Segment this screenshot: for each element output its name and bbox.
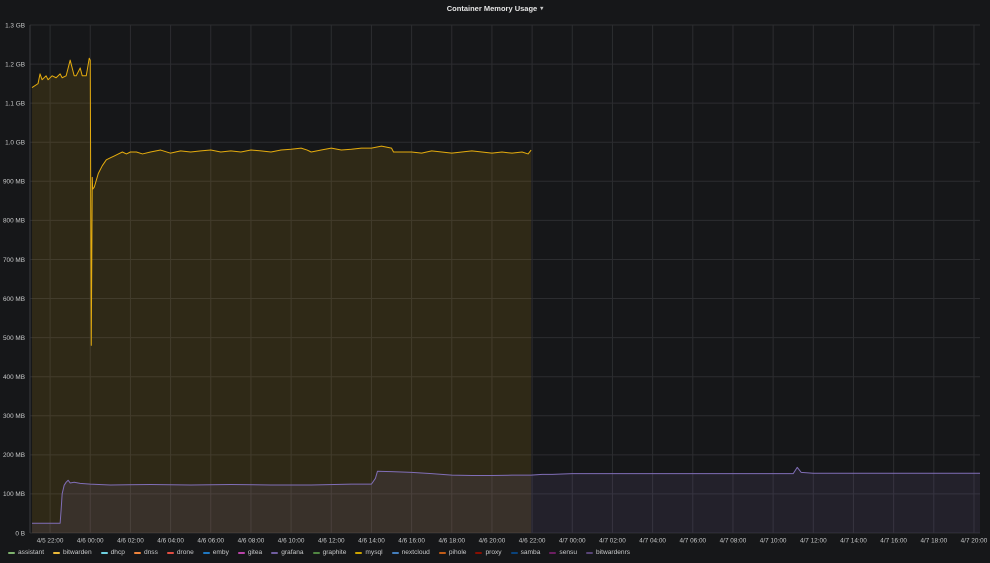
legend: assistant bitwarden dhcp dnss drone emby gitea… (8, 547, 630, 559)
x-tick-label: 4/6 00:00 (77, 538, 104, 545)
legend-swatch (549, 552, 557, 554)
legend-item-dnss[interactable]: dnss (133, 547, 158, 559)
legend-label: proxy (485, 549, 502, 556)
legend-item-graphite[interactable]: graphite (312, 547, 347, 559)
legend-label: samba (520, 549, 541, 556)
legend-label: graphite (322, 549, 347, 556)
y-tick-label: 1.1 GB (5, 100, 25, 107)
legend-label: bitwardenrs (596, 549, 631, 556)
y-tick-label: 500 MB (3, 335, 25, 342)
series-area-mysql (32, 58, 532, 533)
y-tick-label: 600 MB (3, 296, 25, 303)
x-tick-label: 4/7 04:00 (639, 538, 666, 545)
legend-swatch (586, 552, 593, 554)
legend-item-gitea[interactable]: gitea (237, 547, 263, 559)
y-tick-label: 800 MB (3, 218, 25, 225)
legend-label: grafana (281, 549, 304, 556)
x-tick-label: 4/7 10:00 (760, 538, 787, 545)
legend-item-sensu[interactable]: sensu (549, 547, 577, 559)
x-tick-label: 4/6 22:00 (519, 538, 546, 545)
graph-panel: Container Memory Usage ▾ 0 B 100 MB 200 MB 3… (0, 0, 990, 563)
x-tick-label: 4/6 18:00 (438, 538, 465, 545)
legend-swatch (510, 552, 518, 554)
legend-swatch (475, 552, 483, 554)
legend-swatch (271, 552, 279, 554)
x-tick-label: 4/5 22:00 (37, 538, 64, 545)
x-tick-label: 4/7 12:00 (800, 538, 827, 545)
legend-item-bitwardenrs[interactable]: bitwardenrs (586, 547, 630, 559)
x-tick-label: 4/6 12:00 (318, 538, 345, 545)
legend-swatch (100, 552, 108, 554)
legend-item-emby[interactable]: emby (202, 547, 229, 559)
x-tick-label: 4/6 10:00 (278, 538, 305, 545)
y-tick-label: 200 MB (3, 452, 25, 459)
x-tick-label: 4/6 20:00 (479, 538, 506, 545)
legend-swatch (8, 552, 15, 554)
x-tick-label: 4/7 08:00 (720, 538, 747, 545)
legend-label: emby (212, 549, 229, 556)
x-axis: 4/5 22:00 4/6 00:00 4/6 02:00 4/6 04:00 4/6 … (37, 538, 988, 545)
x-tick-label: 4/7 06:00 (679, 538, 706, 545)
x-tick-label: 4/6 06:00 (197, 538, 224, 545)
legend-label: gitea (247, 549, 263, 556)
legend-item-nextcloud[interactable]: nextcloud (391, 547, 430, 559)
x-tick-label: 4/6 14:00 (358, 538, 385, 545)
legend-item-grafana[interactable]: grafana (271, 547, 304, 559)
y-axis: 0 B 100 MB 200 MB 300 MB 400 MB 500 MB 600 MB 7… (3, 22, 25, 537)
legend-label: mysql (365, 549, 383, 556)
x-tick-label: 4/7 20:00 (961, 538, 988, 545)
legend-label: dhcp (110, 549, 125, 556)
legend-swatch (438, 552, 446, 554)
y-tick-label: 300 MB (3, 413, 25, 420)
legend-label: sensu (559, 549, 577, 556)
y-tick-label: 1.0 GB (5, 140, 25, 147)
legend-label: nextcloud (401, 549, 430, 556)
legend-item-bitwarden[interactable]: bitwarden (53, 547, 92, 559)
x-tick-label: 4/6 16:00 (398, 538, 425, 545)
y-tick-label: 900 MB (3, 179, 25, 186)
x-tick-label: 4/7 18:00 (920, 538, 947, 545)
legend-swatch (237, 552, 245, 554)
y-tick-label: 0 B (15, 530, 25, 537)
legend-swatch (312, 552, 320, 554)
x-tick-label: 4/7 16:00 (880, 538, 907, 545)
legend-swatch (202, 552, 210, 554)
x-tick-label: 4/7 02:00 (599, 538, 626, 545)
legend-swatch (53, 552, 61, 554)
legend-item-samba[interactable]: samba (510, 547, 541, 559)
y-tick-label: 1.2 GB (5, 61, 25, 68)
x-tick-label: 4/7 14:00 (840, 538, 867, 545)
chart-plot[interactable]: 0 B 100 MB 200 MB 300 MB 400 MB 500 MB 600 MB 7… (0, 0, 990, 563)
legend-item-proxy[interactable]: proxy (475, 547, 502, 559)
y-tick-label: 1.3 GB (5, 22, 25, 29)
x-tick-label: 4/6 04:00 (157, 538, 184, 545)
legend-item-pihole[interactable]: pihole (438, 547, 467, 559)
series-layer (31, 57, 980, 533)
legend-item-assistant[interactable]: assistant (8, 547, 44, 559)
legend-label: drone (176, 549, 194, 556)
x-tick-label: 4/6 02:00 (117, 538, 144, 545)
legend-item-drone[interactable]: drone (166, 547, 194, 559)
x-tick-label: 4/6 08:00 (238, 538, 265, 545)
legend-swatch (166, 552, 174, 554)
legend-item-dhcp[interactable]: dhcp (100, 547, 125, 559)
legend-label: dnss (143, 549, 158, 556)
legend-label: assistant (18, 549, 45, 556)
legend-item-mysql[interactable]: mysql (355, 547, 383, 559)
y-tick-label: 700 MB (3, 257, 25, 264)
legend-swatch (133, 552, 141, 554)
y-tick-label: 400 MB (3, 374, 25, 381)
legend-swatch (355, 552, 363, 554)
legend-swatch (391, 552, 399, 554)
legend-label: bitwarden (63, 549, 92, 556)
x-tick-label: 4/7 00:00 (559, 538, 586, 545)
y-tick-label: 100 MB (3, 491, 25, 498)
legend-label: pihole (448, 549, 467, 556)
